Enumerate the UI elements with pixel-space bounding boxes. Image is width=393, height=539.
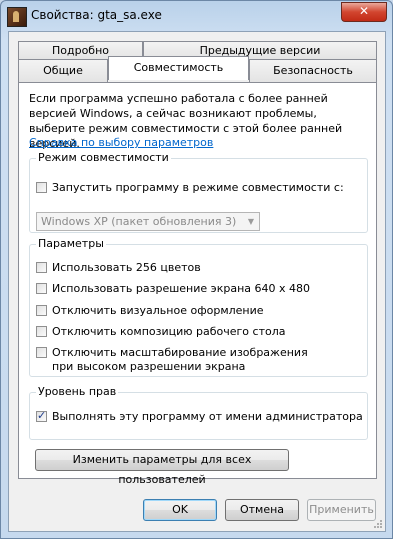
params-group: Параметры Использовать 256 цветов Исполь… — [29, 237, 368, 377]
apply-button[interactable]: Применить — [307, 499, 376, 521]
change-all-users-button[interactable]: Изменить параметры для всех пользователе… — [35, 449, 289, 486]
compat-mode-group: Режим совместимости Запустить программу … — [29, 151, 368, 233]
option-label: Отключить визуальное оформление — [52, 304, 264, 317]
compat-os-select: Windows XP (пакет обновления 3) ▼ — [36, 212, 260, 231]
tab-security[interactable]: Безопасность — [249, 59, 377, 83]
compat-mode-row[interactable]: Запустить программу в режиме совместимос… — [36, 181, 344, 195]
option-checkbox[interactable] — [36, 326, 47, 337]
tab-general[interactable]: Общие — [18, 59, 108, 83]
compat-mode-checkbox[interactable] — [36, 182, 47, 193]
help-link[interactable]: Справка по выбору параметров — [29, 136, 213, 149]
option-label: Использовать разрешение экрана 640 x 480 — [52, 282, 310, 295]
option-row[interactable]: Отключить масштабирование изображения пр… — [36, 346, 326, 374]
rights-group-title: Уровень прав — [36, 385, 119, 398]
option-row[interactable]: Отключить композицию рабочего стола — [36, 325, 286, 339]
option-row[interactable]: Использовать 256 цветов — [36, 261, 201, 275]
option-checkbox[interactable] — [36, 283, 47, 294]
option-checkbox[interactable] — [36, 305, 47, 316]
option-row[interactable]: Отключить визуальное оформление — [36, 304, 264, 318]
ok-button[interactable]: OK — [143, 499, 217, 521]
cancel-button[interactable]: Отмена — [225, 499, 299, 521]
app-icon — [7, 7, 27, 27]
compat-os-value: Windows XP (пакет обновления 3) — [41, 215, 237, 228]
compatibility-panel: Если программа успешно работала с более … — [18, 82, 377, 486]
tab-compatibility[interactable]: Совместимость — [108, 56, 249, 80]
resize-grip-icon[interactable] — [373, 519, 383, 529]
window-title: Свойства: gta_sa.exe — [31, 8, 162, 22]
option-label: Отключить масштабирование изображения пр… — [52, 346, 308, 373]
compat-mode-group-title: Режим совместимости — [36, 151, 171, 164]
option-label: Использовать 256 цветов — [52, 261, 201, 274]
close-button[interactable]: ✕ — [341, 2, 387, 22]
compat-mode-label: Запустить программу в режиме совместимос… — [52, 181, 344, 194]
title-bar[interactable]: Свойства: gta_sa.exe ✕ — [1, 1, 392, 31]
option-row[interactable]: Использовать разрешение экрана 640 x 480 — [36, 282, 310, 296]
rights-group: Уровень прав Выполнять эту программу от … — [29, 385, 368, 440]
dialog-client-area: Подробно Предыдущие версии Общие Совмест… — [8, 31, 386, 532]
run-as-admin-row[interactable]: Выполнять эту программу от имени админис… — [36, 409, 363, 424]
params-group-title: Параметры — [36, 237, 106, 250]
run-as-admin-checkbox[interactable] — [36, 409, 47, 422]
chevron-down-icon: ▼ — [247, 217, 254, 226]
run-as-admin-label: Выполнять эту программу от имени админис… — [52, 410, 363, 423]
properties-window: Свойства: gta_sa.exe ✕ Подробно Предыдущ… — [0, 0, 393, 539]
option-checkbox[interactable] — [36, 347, 47, 358]
option-checkbox[interactable] — [36, 262, 47, 273]
option-label: Отключить композицию рабочего стола — [52, 325, 286, 338]
